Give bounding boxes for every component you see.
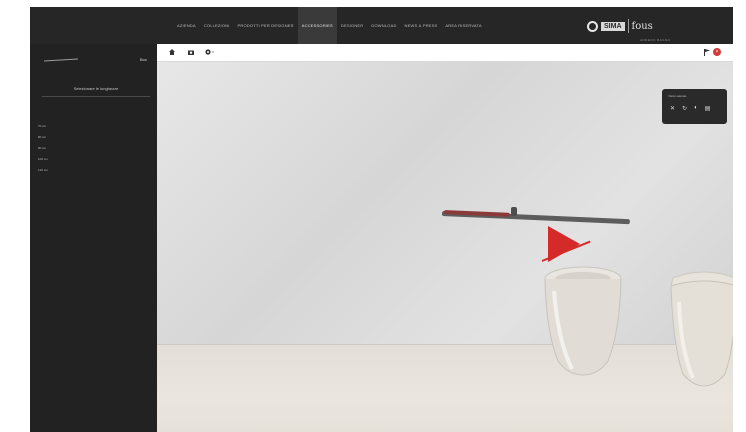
logo-fous-text: fous bbox=[631, 20, 653, 32]
brand-logo[interactable]: SIMA fous bbox=[587, 17, 653, 35]
floor-edge bbox=[157, 344, 733, 345]
nav-item-news[interactable]: NEWS & PRESS bbox=[401, 7, 442, 44]
view-panel-label: Vista Laterale bbox=[668, 94, 687, 98]
scene-toolbar: × bbox=[157, 44, 733, 62]
length-option-90[interactable]: 90 cm bbox=[38, 143, 48, 154]
view-panel-icons: ✕ ↻ ◐ ▤ bbox=[670, 105, 710, 112]
main-nav: AZIENDA COLLEZIONI PRODOTTI PER DESIGNER… bbox=[173, 7, 486, 44]
length-list: 70 cm 80 cm 90 cm 100 cm 120 cm bbox=[38, 121, 48, 176]
sidebar-title: Selezionare le lunghezze bbox=[73, 86, 119, 91]
trash-icon[interactable]: ▤ bbox=[705, 105, 711, 112]
nav-item-download[interactable]: DOWNLOAD bbox=[367, 7, 400, 44]
home-icon[interactable] bbox=[169, 49, 175, 55]
toilet-bowl-right[interactable] bbox=[669, 262, 733, 388]
nav-item-designer[interactable]: DESIGNER bbox=[337, 7, 368, 44]
logo-subtitle: ARREDO BAGNO bbox=[640, 38, 671, 42]
toilet-bowl-left[interactable] bbox=[542, 261, 624, 377]
logo-box-text: SIMA bbox=[601, 21, 625, 31]
camera-icon[interactable] bbox=[188, 49, 194, 55]
nav-item-azienda[interactable]: AZIENDA bbox=[173, 7, 200, 44]
nav-item-accessories[interactable]: ACCESSORIES bbox=[297, 7, 337, 44]
logo-mark-icon bbox=[587, 20, 598, 32]
sidebar-mini-label[interactable]: Box bbox=[140, 57, 147, 62]
3d-scene-viewport[interactable]: Vista Laterale ✕ ↻ ◐ ▤ bbox=[157, 62, 733, 432]
sidebar-heading bbox=[42, 57, 82, 64]
rotate-icon[interactable]: ↻ bbox=[682, 105, 687, 112]
sidebar-product-icon bbox=[43, 58, 79, 62]
logo-separator bbox=[627, 19, 629, 33]
paint-icon[interactable]: ◐ bbox=[694, 105, 698, 112]
top-navigation-bar: AZIENDA COLLEZIONI PRODOTTI PER DESIGNER… bbox=[30, 7, 733, 44]
length-option-100[interactable]: 100 cm bbox=[38, 154, 48, 165]
length-option-80[interactable]: 80 cm bbox=[38, 132, 48, 143]
app-frame: AZIENDA COLLEZIONI PRODOTTI PER DESIGNER… bbox=[30, 7, 733, 432]
view-icon[interactable] bbox=[205, 49, 214, 55]
sidebar: Box Selezionare le lunghezze 70 cm 80 cm… bbox=[30, 44, 157, 432]
grab-bar-knob[interactable] bbox=[511, 207, 517, 216]
x-icon[interactable]: ✕ bbox=[670, 105, 675, 112]
length-option-70[interactable]: 70 cm bbox=[38, 121, 48, 132]
nav-item-area[interactable]: AREA RISERVATA bbox=[441, 7, 485, 44]
wall-surface bbox=[157, 62, 733, 344]
nav-item-prodotti[interactable]: PRODOTTI PER DESIGNER bbox=[234, 7, 298, 44]
view-panel: Vista Laterale ✕ ↻ ◐ ▤ bbox=[662, 89, 727, 124]
sidebar-divider bbox=[42, 96, 150, 97]
flag-icon[interactable] bbox=[703, 48, 711, 56]
floor-surface bbox=[157, 344, 733, 432]
nav-item-collezioni[interactable]: COLLEZIONI bbox=[200, 7, 234, 44]
close-icon[interactable]: × bbox=[713, 48, 721, 56]
length-option-120[interactable]: 120 cm bbox=[38, 165, 48, 176]
